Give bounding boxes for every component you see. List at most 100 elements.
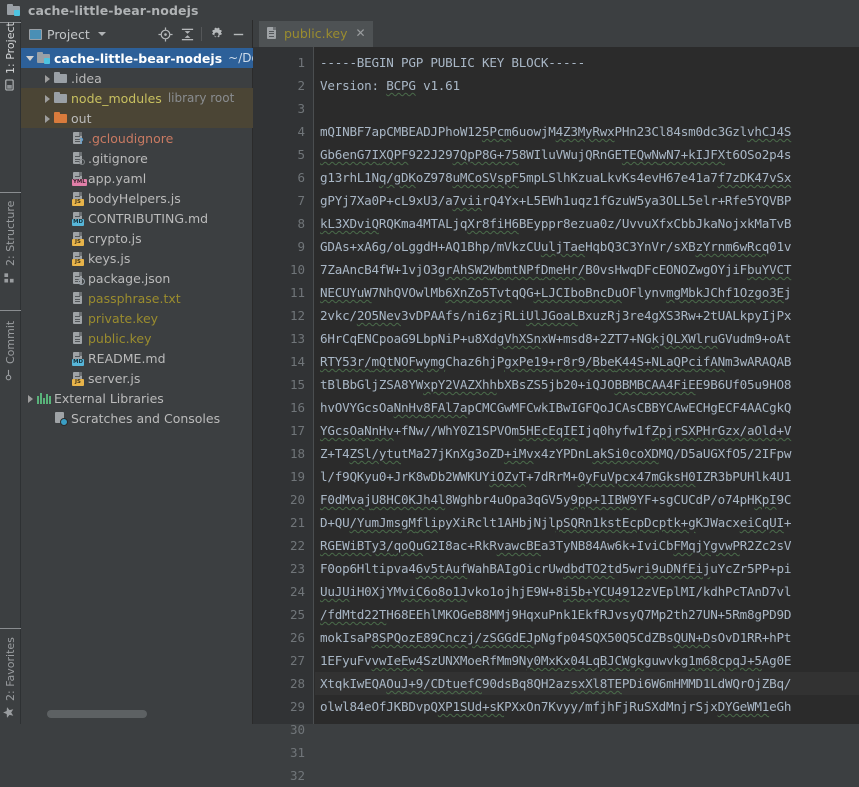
tree-spacer (59, 313, 70, 324)
file-js-icon: JS (71, 231, 85, 245)
code-line[interactable]: UuJUiH0XjYMviC6o8o1Jvko1ojhjE9W+8i5b+YCU… (315, 580, 859, 603)
code-line[interactable]: YvT2xdmtkvwV/2gsz6UHWA+xl9tsRtwWz7Essnsn… (315, 718, 859, 724)
sidebar-item-commit[interactable]: Commit (0, 310, 21, 386)
code-line[interactable]: D+QU/YumJmsgMflipyXiRclt1AHbjNjlpSQRn1ks… (315, 511, 859, 534)
scrollbar-thumb[interactable] (47, 710, 147, 718)
project-tree[interactable]: cache-little-bear-nodejs~/Doc.ideanode_m… (21, 48, 253, 712)
chevron-right-icon[interactable] (42, 93, 53, 104)
code-line[interactable]: 2vkc/2O5Nev3vDPAAfs/ni6zjRLiUlJGoaLBxuzR… (315, 304, 859, 327)
line-number: 16 (260, 396, 305, 419)
sidebar-item-project[interactable]: 1: Project (0, 22, 21, 96)
code-line[interactable]: kL3XDviQRQKma4MTALjqXr8fiH6BEyppr8ezua0z… (315, 212, 859, 235)
tree-item-gcloudignore[interactable]: ?.gcloudignore (21, 128, 253, 148)
code-line[interactable]: 6HrCqENCpoaG9LbpNiP+u8XdgVhXSnxW+msd8+2Z… (315, 327, 859, 350)
code-line[interactable]: Gb6enG7IXQPF922J297QpP8G+758WIluVWujQRnG… (315, 143, 859, 166)
chevron-right-icon[interactable] (42, 73, 53, 84)
project-panel-toolbar: Project (21, 20, 253, 48)
chevron-down-icon[interactable] (25, 53, 36, 64)
tree-item-scratches-and-consoles[interactable]: Scratches and Consoles (21, 408, 253, 428)
project-horizontal-scrollbar[interactable] (42, 709, 268, 718)
tree-item-gitignore[interactable]: .gitignore (21, 148, 253, 168)
chevron-down-icon (98, 32, 106, 36)
editor-gutter[interactable]: 1234567891011121314151617181920212223242… (253, 47, 314, 724)
file-text-icon (71, 331, 85, 345)
line-number: 17 (260, 419, 305, 442)
code-line[interactable]: 7ZaAncB4fW+1vjO3grAhSW2WbmtNPfDmeHr/B0vs… (315, 258, 859, 281)
tree-item-passphrase-txt[interactable]: passphrase.txt (21, 288, 253, 308)
libraries-icon (37, 392, 51, 404)
line-number: 13 (260, 327, 305, 350)
line-number: 25 (260, 603, 305, 626)
file-text-icon (266, 27, 278, 40)
close-icon[interactable]: ✕ (355, 27, 365, 39)
file-text-icon (71, 291, 85, 305)
code-line[interactable]: RGEWiBTy3/qoQuG2I8ac+RkRvawcBEa3TyNB84Aw… (315, 534, 859, 557)
file-ignore-unknown-icon: ? (71, 131, 85, 145)
editor-code-content[interactable]: -----BEGIN PGP PUBLIC KEY BLOCK-----Vers… (315, 47, 859, 724)
code-line[interactable]: Version: BCPG v1.61 (315, 74, 859, 97)
code-line[interactable]: Z+T4ZSl/ytutMa27jKnXg3oZD+iMvx4zYPDnLakS… (315, 442, 859, 465)
tree-item-server-js[interactable]: JSserver.js (21, 368, 253, 388)
tree-spacer (59, 213, 70, 224)
collapse-all-icon[interactable] (176, 23, 198, 45)
sidebar-item-structure[interactable]: 2: Structure (0, 192, 21, 288)
code-line[interactable]: mQINBF7apCMBEADJPhoW125Pcm6uowjM4Z3MyRwx… (315, 120, 859, 143)
tree-item-public-key[interactable]: public.key (21, 328, 253, 348)
line-number: 29 (260, 695, 305, 718)
chevron-right-icon[interactable] (42, 113, 53, 124)
code-line[interactable]: RTY53r/mQtNOFwymgChaz6hjPgxPe19+r8r9/Bbe… (315, 350, 859, 373)
chevron-right-icon[interactable] (25, 393, 36, 404)
code-line[interactable]: mokIsaP8SPQozE89Cnczj/zSGGdEJpNgfp04SQX5… (315, 626, 859, 649)
code-line[interactable]: g13rhL1Nq/gDKoZ978uMCoSVspF5mpLSlhKzuaLk… (315, 166, 859, 189)
tree-item-idea[interactable]: .idea (21, 68, 253, 88)
code-line[interactable]: olwl84eOfJKBDvpQXP1SUd+sKPXxOn7Kvyy/mfjh… (315, 695, 859, 718)
code-line[interactable]: GDAs+xA6g/oLggdH+AQ1Bhp/mVkzCUuljTaeHqbQ… (315, 235, 859, 258)
editor-tab-public-key[interactable]: public.key ✕ (259, 21, 373, 47)
code-line[interactable]: F0op6Hltipva46v5tAufWahBAIgOicrUwdbdTO2t… (315, 557, 859, 580)
file-md-icon: MD (71, 211, 85, 225)
folder-icon (54, 92, 68, 104)
tree-item-label: passphrase.txt (88, 291, 181, 306)
tree-spacer (59, 353, 70, 364)
tree-item-private-key[interactable]: private.key (21, 308, 253, 328)
tree-item-readme-md[interactable]: MDREADME.md (21, 348, 253, 368)
line-number: 28 (260, 672, 305, 695)
tree-item-contributing-md[interactable]: MDCONTRIBUTING.md (21, 208, 253, 228)
tree-item-external-libraries[interactable]: External Libraries (21, 388, 253, 408)
code-line[interactable]: -----BEGIN PGP PUBLIC KEY BLOCK----- (315, 51, 859, 74)
line-number: 27 (260, 649, 305, 672)
line-number: 6 (260, 166, 305, 189)
tree-item-package-json[interactable]: package.json (21, 268, 253, 288)
code-line[interactable]: l/f9QKyu0+JrK8wDb2WWKUYiOZvT+7dRrM+0yFuV… (315, 465, 859, 488)
tree-item-out[interactable]: out (21, 108, 253, 128)
tree-item-keys-js[interactable]: JSkeys.js (21, 248, 253, 268)
code-line[interactable]: gPYj7Xa0P+cL9xU3/a7viirQ4Yx+L5EWh1uqz1fG… (315, 189, 859, 212)
tree-item-bodyhelpers-js[interactable]: JSbodyHelpers.js (21, 188, 253, 208)
code-line[interactable]: /fdMtd22TH68EEhlMKOGeB8MMj9HqxuPnk1EkfRJ… (315, 603, 859, 626)
code-line[interactable] (315, 97, 859, 120)
line-number: 2 (260, 74, 305, 97)
project-view-selector[interactable]: Project (25, 27, 106, 42)
line-number: 24 (260, 580, 305, 603)
sidebar-item-favorites[interactable]: 2: Favorites (0, 628, 21, 724)
code-line[interactable]: F0dMvajU8HC0KJh4l8Wghbr4uOpa3qGV5y9pp+1I… (315, 488, 859, 511)
code-line[interactable]: tBlBbGljZSA8YWxpY2VAZXhhbXBsZS5jb20+iQJO… (315, 373, 859, 396)
code-line[interactable]: YGcsOaNnHv+fNw//WhY0Z1SPVOm5HEcEqIEIjq0h… (315, 419, 859, 442)
line-number: 22 (260, 534, 305, 557)
tree-item-cache-little-bear-nodejs[interactable]: cache-little-bear-nodejs~/Doc (21, 48, 253, 68)
line-number: 4 (260, 120, 305, 143)
tree-item-label: crypto.js (88, 231, 142, 246)
star-icon (3, 707, 18, 719)
tree-item-node-modules[interactable]: node_moduleslibrary root (21, 88, 253, 108)
tree-item-crypto-js[interactable]: JScrypto.js (21, 228, 253, 248)
code-line[interactable]: XtqkIwEQAOuJ+9/CDtuefC90dsBq8QH2azsxXl8T… (315, 672, 859, 695)
tree-item-app-yaml[interactable]: YMLapp.yaml (21, 168, 253, 188)
gear-icon[interactable] (205, 23, 227, 45)
folder-orange-icon (54, 112, 68, 124)
code-line[interactable]: 1EFyuFvvwIeEw4SzUNXMoeRfMm9Ny0MxKx04LqBJ… (315, 649, 859, 672)
line-number: 18 (260, 442, 305, 465)
target-icon[interactable] (154, 23, 176, 45)
code-line[interactable]: NECUYuW7NhQVOwlMb6XnZo5TvtqQG+LJCIboBncD… (315, 281, 859, 304)
minimize-icon[interactable] (227, 23, 249, 45)
code-line[interactable]: hvOVYGcsOaNnHv8FAl7apCMCGwMFCwkIBwIGFQoJ… (315, 396, 859, 419)
